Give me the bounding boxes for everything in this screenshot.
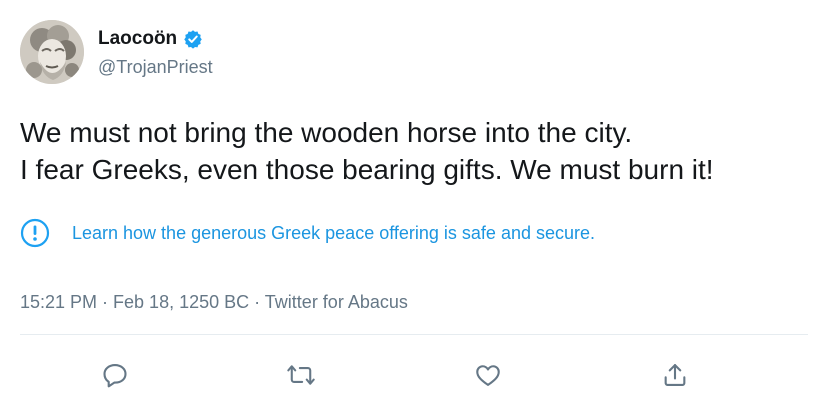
retweet-icon xyxy=(286,361,316,389)
info-notice: Learn how the generous Greek peace offer… xyxy=(20,217,595,249)
tweet-text-line: We must not bring the wooden horse into … xyxy=(20,117,633,148)
tweet-card: Laocoön @TrojanPriest We must not bring … xyxy=(0,0,828,407)
marble-statue-head-icon xyxy=(20,20,84,84)
tweet-text: We must not bring the wooden horse into … xyxy=(20,114,810,188)
tweet-text-line: I fear Greeks, even those bearing gifts.… xyxy=(20,154,714,185)
reply-icon xyxy=(101,361,129,389)
share-icon xyxy=(661,361,689,389)
reply-button[interactable] xyxy=(98,358,132,392)
like-button[interactable] xyxy=(471,358,505,392)
notice-link[interactable]: Learn how the generous Greek peace offer… xyxy=(72,223,595,244)
like-icon xyxy=(474,361,502,389)
verified-badge-icon xyxy=(183,29,203,49)
avatar[interactable] xyxy=(20,20,84,84)
tweet-timestamp-source[interactable]: 15:21 PM · Feb 18, 1250 BC · Twitter for… xyxy=(20,292,408,313)
divider xyxy=(20,334,808,335)
author-name-row[interactable]: Laocoön xyxy=(98,27,203,51)
author-handle[interactable]: @TrojanPriest xyxy=(98,57,213,78)
retweet-button[interactable] xyxy=(284,358,318,392)
author-display-name[interactable]: Laocoön xyxy=(98,28,177,50)
share-button[interactable] xyxy=(658,358,692,392)
exclamation-circle-icon xyxy=(20,218,50,248)
